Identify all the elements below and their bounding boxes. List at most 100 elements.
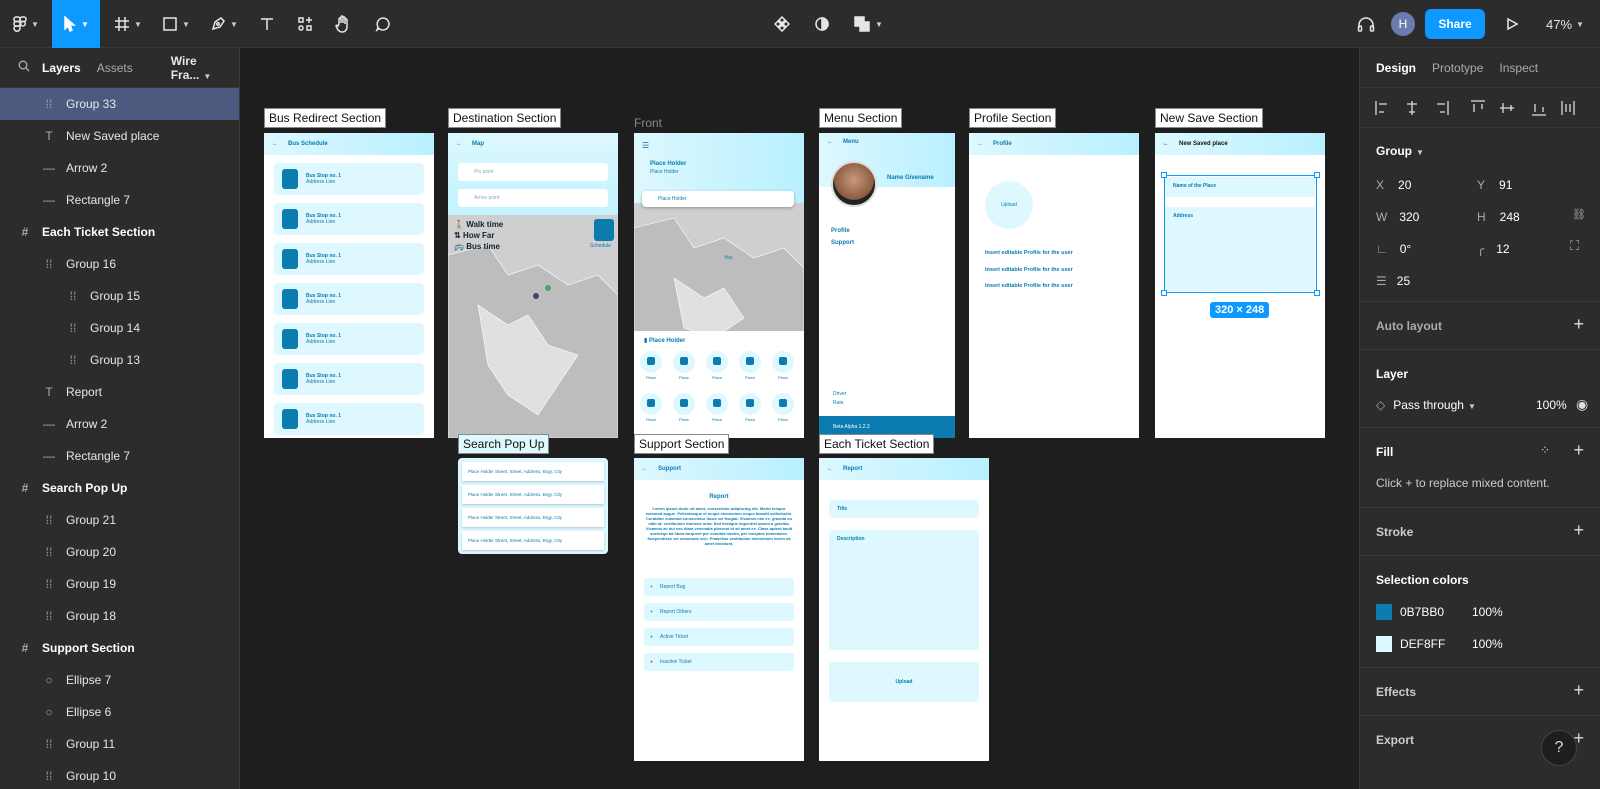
color-hex[interactable]: 0B7BB0 bbox=[1400, 605, 1472, 619]
selection-color-row[interactable]: DEF8FF 100% bbox=[1376, 636, 1503, 652]
bus-stop-card[interactable]: Bus Stop no. 1 Address Line bbox=[274, 243, 424, 275]
layer-row[interactable]: ⁞⁞ Group 18 bbox=[0, 600, 239, 632]
frame-ticket[interactable]: ← Report Title Description Upload bbox=[819, 458, 989, 761]
layer-row[interactable]: ⁞⁞ Group 15 bbox=[0, 280, 239, 312]
frame-label-profile[interactable]: Profile Section bbox=[969, 108, 1057, 128]
menu-item-support[interactable]: Support bbox=[831, 240, 854, 246]
frame-label-support[interactable]: Support Section bbox=[634, 434, 730, 454]
layer-row[interactable]: T Report bbox=[0, 376, 239, 408]
layer-row[interactable]: ⁞⁞ Group 21 bbox=[0, 504, 239, 536]
profile-field[interactable]: Insert editable Profile for the user bbox=[985, 278, 1073, 295]
layer-row[interactable]: — Rectangle 7 bbox=[0, 440, 239, 472]
bus-stop-card[interactable]: Bus Stop no. 1 Address Line bbox=[274, 163, 424, 195]
avatar-wrap[interactable]: H bbox=[1390, 0, 1416, 48]
menu-item-driver[interactable]: Driver bbox=[833, 391, 846, 397]
tab-design[interactable]: Design bbox=[1376, 61, 1416, 75]
radius-value[interactable]: 12 bbox=[1496, 242, 1509, 256]
frame-bus-redirect[interactable]: ← Bus Schedule Bus Stop no. 1 Address Line… bbox=[264, 133, 434, 438]
h-field[interactable]: H 248 bbox=[1477, 208, 1520, 226]
share-button[interactable]: Share bbox=[1425, 9, 1485, 39]
canvas[interactable]: Bus Redirect Section ← Bus Schedule Bus S… bbox=[240, 48, 1359, 789]
color-swatch[interactable] bbox=[1376, 636, 1392, 652]
w-value[interactable]: 320 bbox=[1399, 210, 1419, 224]
upload-avatar-button[interactable]: Upload bbox=[985, 181, 1033, 229]
group-type-selector[interactable]: Group ▼ bbox=[1376, 144, 1424, 158]
frame-label-destination[interactable]: Destination Section bbox=[448, 108, 562, 128]
boolean-button[interactable]: ▼ bbox=[848, 0, 888, 48]
place-button[interactable] bbox=[640, 351, 662, 373]
to-input[interactable]: Arrive point bbox=[458, 189, 608, 207]
resize-handle[interactable] bbox=[1314, 172, 1320, 178]
place-button[interactable] bbox=[706, 351, 728, 373]
ticket-title-field[interactable]: Title bbox=[829, 500, 979, 518]
support-item[interactable]: + Report Others bbox=[644, 603, 794, 621]
layer-row[interactable]: ○ Ellipse 7 bbox=[0, 664, 239, 696]
front-search-input[interactable]: Place Holder bbox=[642, 191, 794, 207]
layer-row[interactable]: ⁞⁞ Group 16 bbox=[0, 248, 239, 280]
search-result-item[interactable]: Place Holder Street, Street, Address, Br… bbox=[462, 462, 604, 481]
layer-row[interactable]: ⁞⁞ Group 14 bbox=[0, 312, 239, 344]
menu-item-rate[interactable]: Rate bbox=[833, 400, 844, 406]
ticket-description-field[interactable]: Description bbox=[829, 530, 979, 650]
support-item[interactable]: ● Active Ticket bbox=[644, 628, 794, 646]
eye-icon[interactable]: ◉ bbox=[1576, 396, 1588, 413]
menu-icon[interactable]: ☰ bbox=[642, 141, 649, 150]
bus-stop-card[interactable]: Bus Stop no. 1 Address Line bbox=[274, 403, 424, 435]
rotation-value[interactable]: 0° bbox=[1400, 242, 1411, 256]
pen-tool-button[interactable]: ▼ bbox=[204, 0, 244, 48]
place-button[interactable] bbox=[706, 393, 728, 415]
layer-row[interactable]: ⁞⁞ Group 19 bbox=[0, 568, 239, 600]
place-button[interactable] bbox=[673, 393, 695, 415]
schedule-bus-icon[interactable] bbox=[594, 219, 614, 241]
layer-row[interactable]: ⁞⁞ Group 10 bbox=[0, 760, 239, 789]
align-right-icon[interactable] bbox=[1437, 101, 1449, 115]
color-opacity[interactable]: 100% bbox=[1472, 605, 1503, 619]
frame-front[interactable]: ☰ Place Holder Place Holder Place Holder… bbox=[634, 133, 804, 438]
blend-mode-select[interactable]: ◇ Pass through ▼ bbox=[1376, 398, 1476, 412]
resize-handle[interactable] bbox=[1161, 290, 1167, 296]
add-fill-icon[interactable]: + bbox=[1573, 440, 1584, 461]
resize-handle[interactable] bbox=[1161, 172, 1167, 178]
frame-label-new-save[interactable]: New Save Section bbox=[1155, 108, 1264, 128]
profile-field[interactable]: Insert editable Profile for the user bbox=[985, 262, 1073, 279]
frame-new-save[interactable]: ← New Saved place Name of the Place Addre… bbox=[1155, 133, 1325, 438]
place-button[interactable] bbox=[772, 351, 794, 373]
component-button[interactable] bbox=[768, 0, 796, 48]
bus-stop-card[interactable]: Bus Stop no. 1 Address Line bbox=[274, 323, 424, 355]
shape-tool-button[interactable]: ▼ bbox=[156, 0, 196, 48]
layer-row[interactable]: — Arrow 2 bbox=[0, 152, 239, 184]
tab-prototype[interactable]: Prototype bbox=[1432, 61, 1483, 75]
profile-field[interactable]: Insert editable Profile for the user bbox=[985, 245, 1073, 262]
tab-assets[interactable]: Assets bbox=[97, 61, 133, 75]
menu-item-profile[interactable]: Profile bbox=[831, 228, 850, 234]
w-field[interactable]: W 320 bbox=[1376, 208, 1419, 226]
support-item[interactable]: + Report Bug bbox=[644, 578, 794, 596]
present-button[interactable] bbox=[1498, 0, 1526, 48]
align-center-h-icon[interactable] bbox=[1407, 101, 1417, 115]
audio-button[interactable] bbox=[1352, 0, 1380, 48]
place-button[interactable] bbox=[739, 351, 761, 373]
comment-tool-button[interactable] bbox=[368, 0, 398, 48]
color-hex[interactable]: DEF8FF bbox=[1400, 637, 1472, 651]
place-button[interactable] bbox=[640, 393, 662, 415]
align-top-icon[interactable] bbox=[1471, 100, 1485, 112]
layer-row[interactable]: # Search Pop Up bbox=[0, 472, 239, 504]
resize-handle[interactable] bbox=[1314, 290, 1320, 296]
support-item[interactable]: ● Inactive Ticket bbox=[644, 653, 794, 671]
frame-tool-button[interactable]: ▼ bbox=[108, 0, 148, 48]
align-bottom-icon[interactable] bbox=[1532, 104, 1546, 116]
layer-row[interactable]: ⁞⁞ Group 20 bbox=[0, 536, 239, 568]
styles-grid-icon[interactable]: ⁘ bbox=[1540, 443, 1550, 457]
add-effect-icon[interactable]: + bbox=[1573, 680, 1584, 701]
distribute-icon[interactable] bbox=[1561, 101, 1575, 115]
layer-row[interactable]: T New Saved place bbox=[0, 120, 239, 152]
add-auto-layout-icon[interactable]: + bbox=[1573, 314, 1584, 335]
layer-row[interactable]: # Support Section bbox=[0, 632, 239, 664]
place-button[interactable] bbox=[772, 393, 794, 415]
h-value[interactable]: 248 bbox=[1500, 210, 1520, 224]
rotation-field[interactable]: ∟ 0° bbox=[1376, 240, 1411, 258]
align-left-icon[interactable] bbox=[1375, 101, 1387, 115]
text-tool-button[interactable] bbox=[252, 0, 282, 48]
layer-row[interactable]: — Rectangle 7 bbox=[0, 184, 239, 216]
place-button[interactable] bbox=[673, 351, 695, 373]
